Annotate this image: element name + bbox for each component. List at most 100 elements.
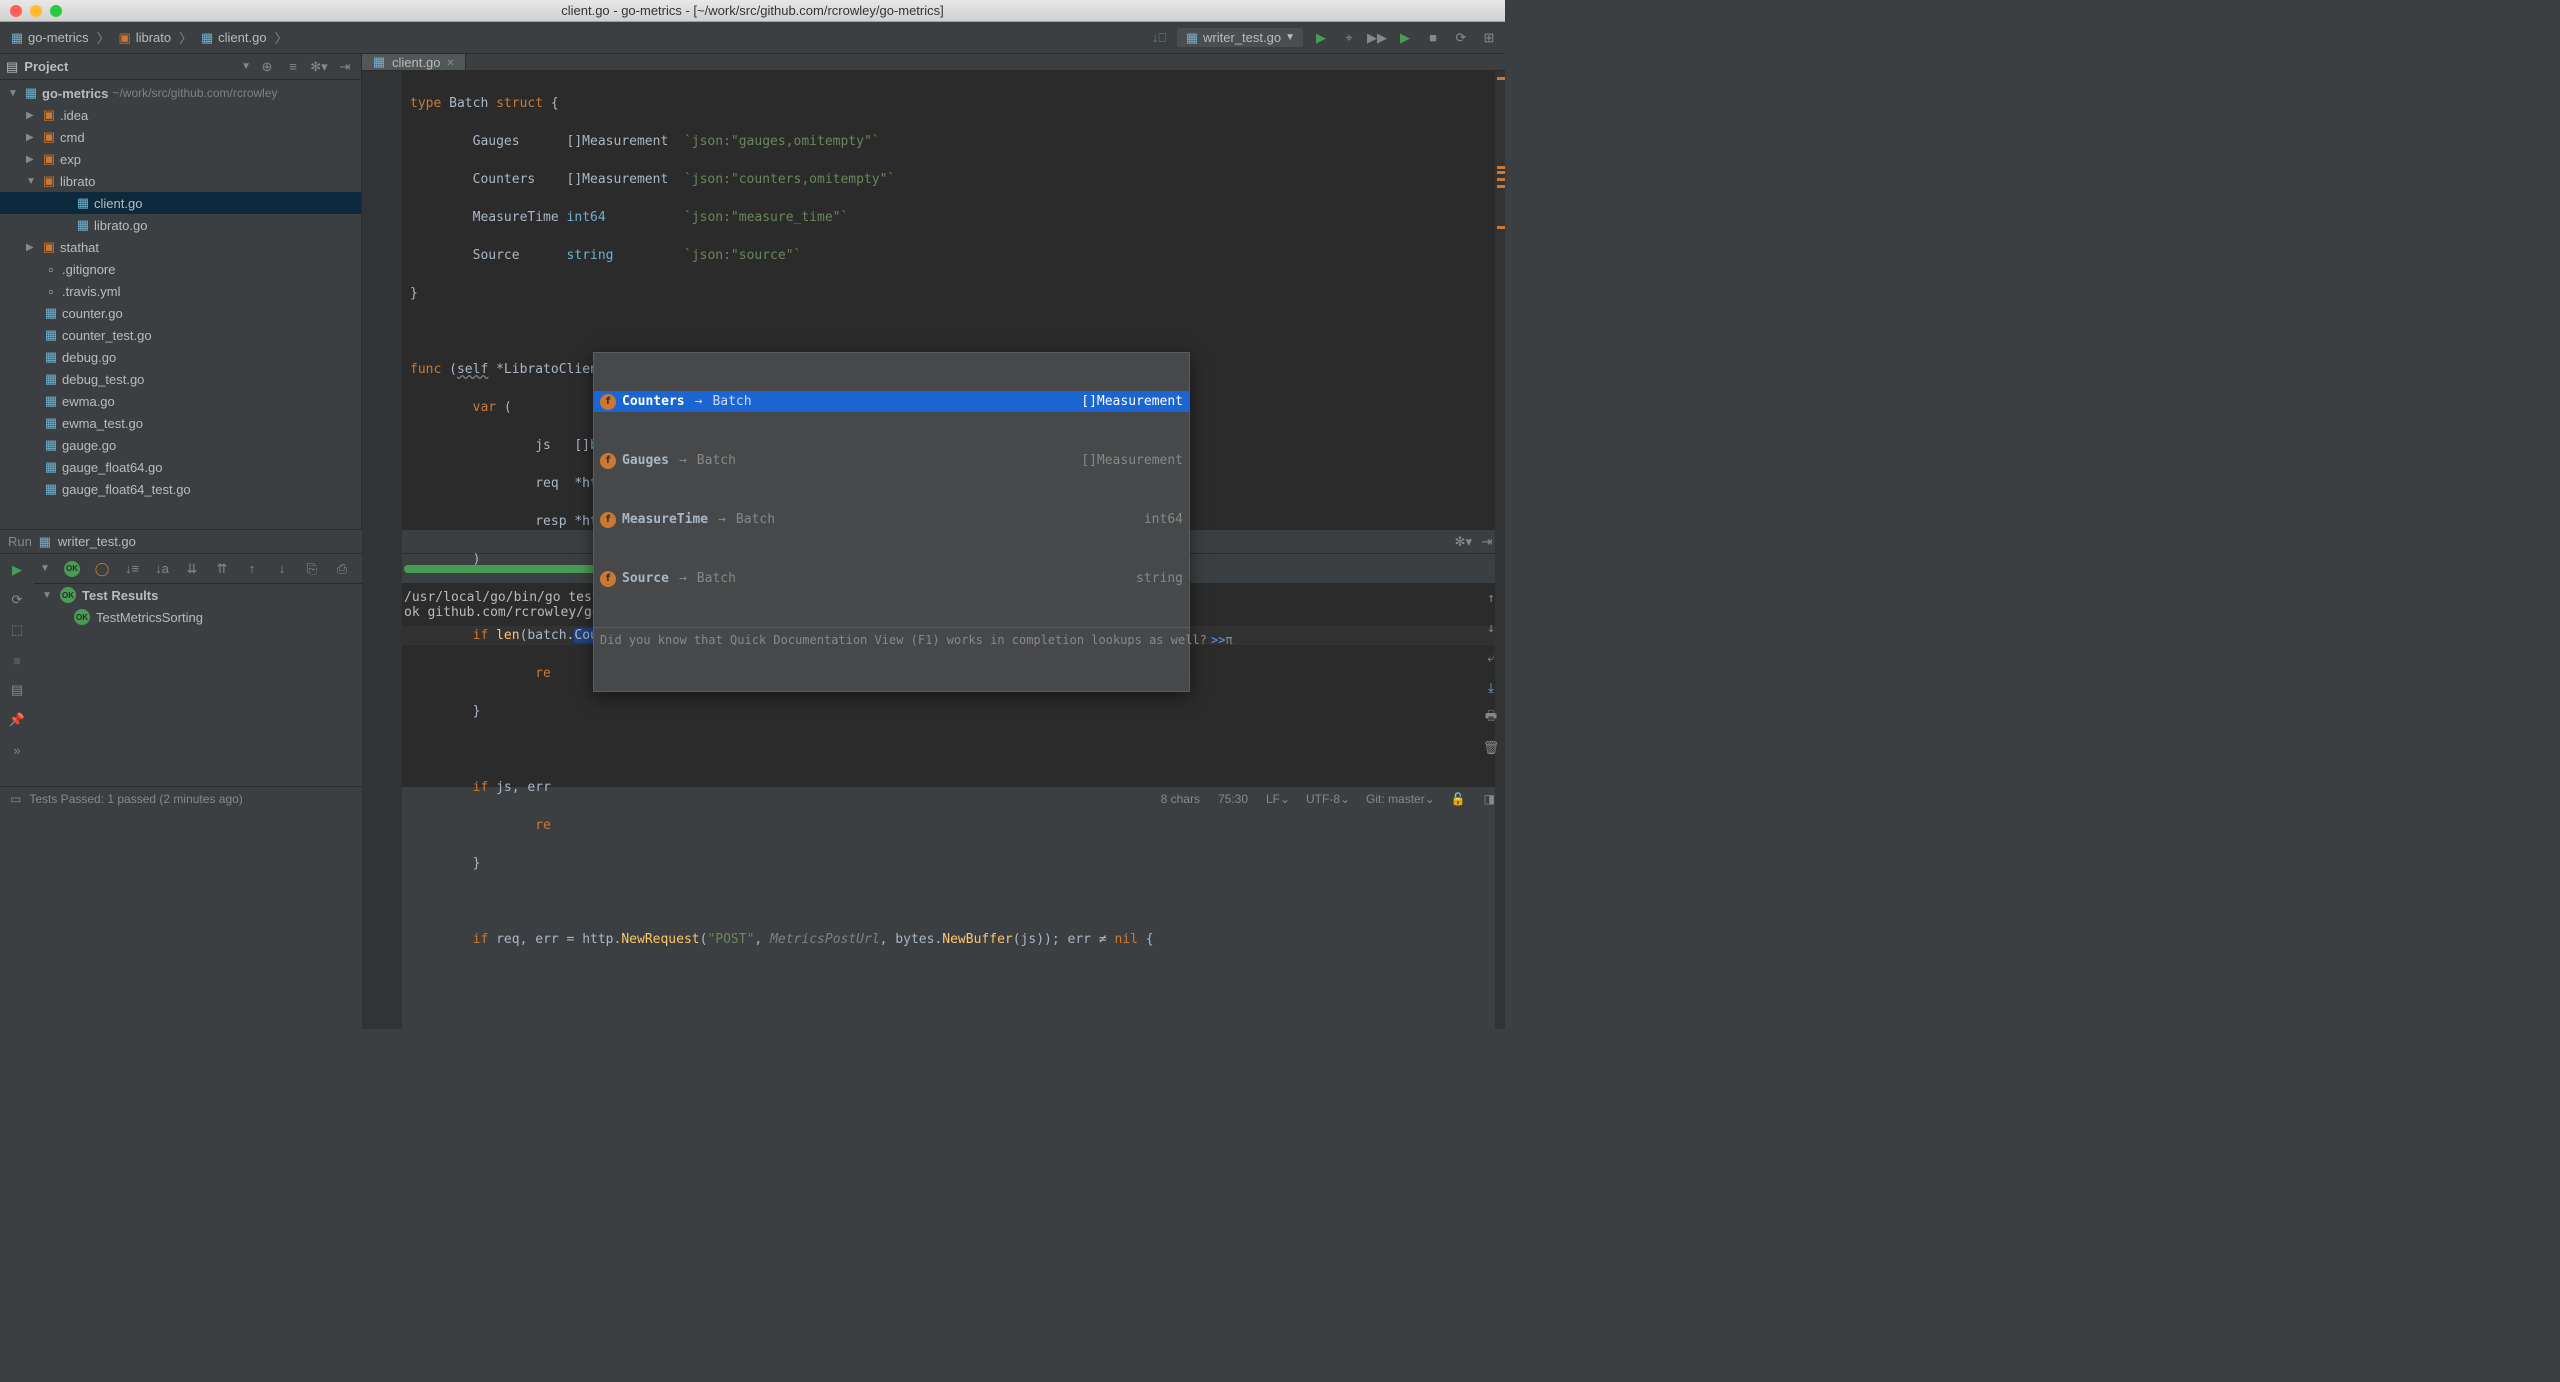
profile-button[interactable]: ▶ <box>1395 28 1415 48</box>
tree-file[interactable]: ▦gauge_float64_test.go <box>0 478 361 500</box>
import-icon[interactable]: ⎙ <box>332 559 352 579</box>
search-everywhere-icon[interactable]: ⊞ <box>1479 28 1499 48</box>
project-tree[interactable]: ▼ ▦ go-metrics ~/work/src/github.com/rcr… <box>0 80 361 529</box>
prev-icon[interactable]: ↑ <box>242 559 262 579</box>
completion-item[interactable]: f Counters → Batch []Measurement <box>594 391 1189 412</box>
expand-arrow-icon[interactable]: ▼ <box>42 590 54 601</box>
chevron-down-icon[interactable]: ▼ <box>241 61 251 72</box>
line-gutter[interactable] <box>362 71 402 1029</box>
editor-tab[interactable]: ▦ client.go × <box>362 54 466 70</box>
tree-file[interactable]: ▫.travis.yml <box>0 280 361 302</box>
run-button[interactable]: ▶ <box>1311 28 1331 48</box>
tree-file[interactable]: ▦debug.go <box>0 346 361 368</box>
pi-icon[interactable]: π <box>1225 631 1232 650</box>
expand-arrow-icon[interactable]: ▶ <box>26 132 38 143</box>
expand-arrow-icon[interactable]: ▼ <box>8 88 20 99</box>
status-indicator-icon[interactable]: ▭ <box>10 792 21 806</box>
tree-file[interactable]: ▦librato.go <box>0 214 361 236</box>
breadcrumb-item[interactable]: ▦ go-metrics <box>6 28 93 47</box>
layout-icon[interactable]: ▤ <box>7 680 27 700</box>
hide-icon[interactable]: ⇥ <box>335 57 355 77</box>
run-gutter: ▶ ⟳ ⬚ ■ ▤ 📌 » <box>0 554 34 786</box>
sort-icon[interactable]: ↓≡ <box>122 559 142 579</box>
go-file-icon: ▦ <box>44 372 58 386</box>
minimize-window-button[interactable] <box>30 5 42 17</box>
completion-item[interactable]: f MeasureTime → Batch int64 <box>594 509 1189 530</box>
test-tree[interactable]: ▼ OK Test Results 3ms OK TestMetricsSort… <box>34 584 394 786</box>
expand-icon[interactable]: » <box>7 740 27 760</box>
tree-file[interactable]: ▦counter.go <box>0 302 361 324</box>
completion-item[interactable]: f Gauges → Batch []Measurement <box>594 450 1189 471</box>
stop-icon[interactable]: ■ <box>7 650 27 670</box>
tree-root[interactable]: ▼ ▦ go-metrics ~/work/src/github.com/rcr… <box>0 82 361 104</box>
settings-gear-icon[interactable]: ✻▾ <box>309 57 329 77</box>
tree-file[interactable]: ▦gauge_float64.go <box>0 456 361 478</box>
show-ignored-icon[interactable]: ◯ <box>92 559 112 579</box>
stop-button[interactable]: ■ <box>1423 28 1443 48</box>
collapse-all-icon[interactable]: ≡ <box>283 57 303 77</box>
tree-folder[interactable]: ▼▣librato <box>0 170 361 192</box>
expand-arrow-icon[interactable]: ▶ <box>26 154 38 165</box>
arrow-icon: → <box>718 510 726 529</box>
breadcrumb-item[interactable]: ▣ librato <box>114 28 175 47</box>
tree-file[interactable]: ▦counter_test.go <box>0 324 361 346</box>
print-icon[interactable]: 🖶 <box>1481 708 1501 728</box>
tree-folder[interactable]: ▶▣cmd <box>0 126 361 148</box>
collapse-all-icon[interactable]: ⇈ <box>212 559 232 579</box>
tree-file-selected[interactable]: ▦client.go <box>0 192 361 214</box>
warning-marker[interactable] <box>1497 77 1505 80</box>
error-stripe[interactable] <box>1495 71 1505 1029</box>
project-view-icon[interactable]: ▤ <box>6 59 18 75</box>
maximize-window-button[interactable] <box>50 5 62 17</box>
rerun-button[interactable]: ▶ <box>7 560 27 580</box>
toggle-auto-test-icon[interactable]: ⟳ <box>7 590 27 610</box>
scroll-from-source-icon[interactable]: ⊕ <box>257 57 277 77</box>
tree-folder[interactable]: ▶▣.idea <box>0 104 361 126</box>
up-icon[interactable]: ↑ <box>1481 588 1501 608</box>
run-configuration-selector[interactable]: ▦ writer_test.go ▼ <box>1177 28 1303 47</box>
tree-file[interactable]: ▫.gitignore <box>0 258 361 280</box>
tree-file[interactable]: ▦gauge.go <box>0 434 361 456</box>
scroll-to-end-icon[interactable]: ⤓ <box>1481 678 1501 698</box>
debug-button[interactable]: ⌖ <box>1339 28 1359 48</box>
tree-file[interactable]: ▦debug_test.go <box>0 368 361 390</box>
code-area[interactable]: type Batch struct { Gauges []Measurement… <box>402 71 1495 1029</box>
next-icon[interactable]: ↓ <box>272 559 292 579</box>
export-icon[interactable]: ⎘ <box>302 559 322 579</box>
module-icon: ▦ <box>24 86 38 100</box>
close-tab-icon[interactable]: × <box>446 54 454 70</box>
soft-wrap-icon[interactable]: ⤶ <box>1481 648 1501 668</box>
tree-folder[interactable]: ▶▣exp <box>0 148 361 170</box>
expand-arrow-icon[interactable]: ▶ <box>26 242 38 253</box>
expand-all-icon[interactable]: ⇊ <box>182 559 202 579</box>
sync-icon[interactable]: ⟳ <box>1451 28 1471 48</box>
clear-icon[interactable]: 🗑 <box>1481 738 1501 758</box>
expand-arrow-icon[interactable]: ▼ <box>40 563 52 574</box>
completion-item[interactable]: f Source → Batch string <box>594 568 1189 589</box>
warning-marker[interactable] <box>1497 226 1505 229</box>
pin-tab-icon[interactable]: 📌 <box>7 710 27 730</box>
warning-marker[interactable] <box>1497 171 1505 174</box>
warning-marker[interactable] <box>1497 178 1505 181</box>
build-icon[interactable]: ↓⎕ <box>1149 28 1169 48</box>
editor-body[interactable]: type Batch struct { Gauges []Measurement… <box>362 71 1505 1029</box>
show-passed-icon[interactable]: OK <box>62 559 82 579</box>
down-icon[interactable]: ↓ <box>1481 618 1501 638</box>
expand-arrow-icon[interactable]: ▶ <box>26 110 38 121</box>
close-window-button[interactable] <box>10 5 22 17</box>
tree-file[interactable]: ▦ewma_test.go <box>0 412 361 434</box>
tree-folder[interactable]: ▶▣stathat <box>0 236 361 258</box>
coverage-button[interactable]: ▶▶ <box>1367 28 1387 48</box>
expand-arrow-icon[interactable]: ▼ <box>26 176 38 187</box>
test-root[interactable]: ▼ OK Test Results 3ms <box>34 584 393 606</box>
test-item[interactable]: OK TestMetricsSorting 3ms <box>34 606 393 628</box>
tree-label: librato.go <box>94 218 147 233</box>
breadcrumb-item[interactable]: ▦ client.go <box>196 28 270 47</box>
warning-marker[interactable] <box>1497 166 1505 169</box>
run-panel-label: Run <box>8 534 32 549</box>
pin-icon[interactable]: ⬚ <box>7 620 27 640</box>
tip-link[interactable]: >> <box>1211 631 1225 650</box>
sort-alpha-icon[interactable]: ↓a <box>152 559 172 579</box>
tree-file[interactable]: ▦ewma.go <box>0 390 361 412</box>
warning-marker[interactable] <box>1497 185 1505 188</box>
